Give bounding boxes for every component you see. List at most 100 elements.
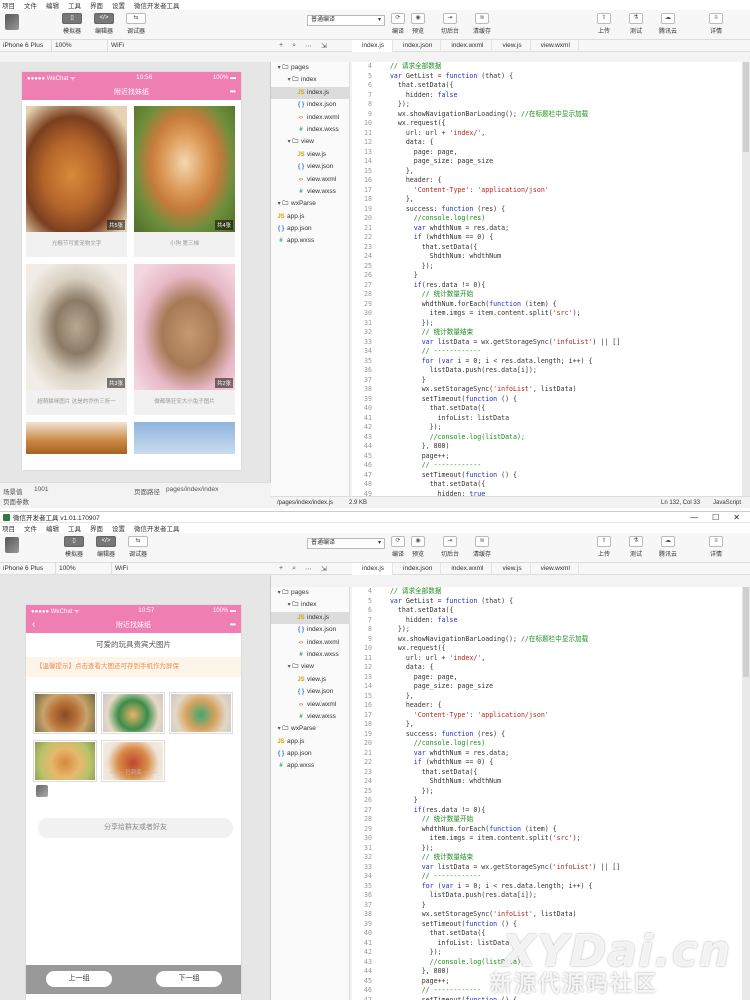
code-line[interactable]: 17 'Content-Type': 'application/json' [352,186,742,196]
code-line[interactable]: 12 data: { [352,663,742,673]
tree-file[interactable]: JS index.js [271,611,349,625]
photo-card[interactable]: 共3张 超萌猫咪图片 这是的乔伤三折一 [26,264,127,415]
tree-file[interactable]: JS index.js [271,86,349,100]
add-icon[interactable]: + [279,42,283,50]
menu-file[interactable]: 文件 [24,523,37,533]
debugger-button[interactable]: ⇆ 调试器 [126,536,150,558]
menu-view[interactable]: 界面 [90,523,103,533]
tree-file[interactable]: ‹› index.wxml [271,637,349,649]
compile-mode-select[interactable]: 普通编译 [307,15,385,26]
code-line[interactable]: 47 setTimeout(function () { [352,471,742,481]
menu-project[interactable]: 项目 [2,0,15,10]
tab-index-json[interactable]: index.json [393,562,442,575]
code-line[interactable]: 36 listData.push(res.data[i]); [352,366,742,376]
tree-folder[interactable]: ▾ 🗀 index [271,74,349,86]
menu-edit[interactable]: 编辑 [46,0,59,10]
details-button[interactable]: ≡ 详情 [704,13,728,35]
code-line[interactable]: 43 //console.log(listData); [352,433,742,443]
tree-file[interactable]: { } index.json [271,99,349,111]
device-select[interactable]: iPhone 6 Plus [0,39,52,52]
photo-card[interactable]: 共4张 小狗 第三梯 [134,106,235,257]
editor-button[interactable]: </> 编辑器 [92,13,116,35]
tencent-cloud-button[interactable]: ☁ 腾讯云 [656,13,680,35]
code-line[interactable]: 35 for (var i = 0; i < res.data.length; … [352,882,742,892]
tree-file[interactable]: JS app.js [271,211,349,223]
code-line[interactable]: 17 'Content-Type': 'application/json' [352,711,742,721]
code-line[interactable]: 31 }); [352,844,742,854]
code-line[interactable]: 37 } [352,901,742,911]
code-line[interactable]: 31 }); [352,319,742,329]
code-line[interactable]: 21 var whdthNum = res.data; [352,749,742,759]
photo-card[interactable] [26,422,127,454]
editor-button[interactable]: </> 编辑器 [94,536,118,558]
tab-view-js[interactable]: view.js [492,39,531,52]
collapse-icon[interactable]: ⇲ [321,565,327,573]
clear-cache-button[interactable]: ≋ 清缓存 [470,536,494,558]
tree-file[interactable]: { } view.json [271,686,349,698]
menu-wechat-devtools[interactable]: 微信开发者工具 [134,0,180,10]
code-line[interactable]: 5 var GetList = function (that) { [352,597,742,607]
tree-file[interactable]: ‹› view.wxml [271,174,349,186]
code-line[interactable]: 36 listData.push(res.data[i]); [352,891,742,901]
menu-tools[interactable]: 工具 [68,523,81,533]
code-line[interactable]: 19 success: function (res) { [352,730,742,740]
code-line[interactable]: 42 }); [352,423,742,433]
menu-settings[interactable]: 设置 [112,523,125,533]
tree-file[interactable]: { } app.json [271,748,349,760]
code-line[interactable]: 8 }); [352,100,742,110]
tree-file[interactable]: JS view.js [271,674,349,686]
code-line[interactable]: 34 // ------------ [352,347,742,357]
code-line[interactable]: 13 page: page, [352,148,742,158]
tree-file[interactable]: # app.wxss [271,760,349,772]
code-line[interactable]: 32 // 统计数量结束 [352,328,742,338]
tree-folder[interactable]: ▾ 🗀 wxParse [271,198,349,210]
tree-file[interactable]: { } view.json [271,161,349,173]
menu-wechat-devtools[interactable]: 微信开发者工具 [134,523,180,533]
code-line[interactable]: 9 wx.showNavigationBarLoading(); //在标题栏中… [352,635,742,645]
tree-file[interactable]: # view.wxss [271,186,349,198]
tencent-cloud-button[interactable]: ☁ 腾讯云 [656,536,680,558]
share-button[interactable]: 分享给群友或者好友 [38,818,233,838]
code-line[interactable]: 25 }); [352,262,742,272]
code-line[interactable]: 15 }, [352,167,742,177]
clear-cache-button[interactable]: ≋ 清缓存 [470,13,494,35]
collapse-icon[interactable]: ⇲ [321,42,327,50]
tree-file[interactable]: # index.wxss [271,649,349,661]
code-line[interactable]: 37 } [352,376,742,386]
more-dots-icon[interactable]: ••• [230,87,236,96]
menu-settings[interactable]: 设置 [112,0,125,10]
photo-card[interactable]: 共5张 光棍节可爱宠物文字 [26,106,127,257]
code-line[interactable]: 35 for (var i = 0; i < res.data.length; … [352,357,742,367]
cut-backend-button[interactable]: ⇥ 切后台 [438,536,462,558]
code-line[interactable]: 9 wx.showNavigationBarLoading(); //在标题栏中… [352,110,742,120]
code-line[interactable]: 28 // 统计数量开始 [352,815,742,825]
code-line[interactable]: 27 if(res.data != 0){ [352,806,742,816]
zoom-select[interactable]: 100% [56,562,112,575]
menu-file[interactable]: 文件 [24,0,37,10]
code-line[interactable]: 18 }, [352,195,742,205]
preview-button[interactable]: ◉ 预览 [406,536,430,558]
code-line[interactable]: 23 that.setData({ [352,243,742,253]
tree-file[interactable]: { } app.json [271,223,349,235]
code-line[interactable]: 29 whdthNum.forEach(function (item) { [352,300,742,310]
tree-folder[interactable]: ▾ 🗀 pages [271,62,349,74]
menu-tools[interactable]: 工具 [68,0,81,10]
code-line[interactable]: 12 data: { [352,138,742,148]
code-line[interactable]: 26 } [352,271,742,281]
code-line[interactable]: 4 // 请求全部数据 [352,587,742,597]
network-select[interactable]: WiFi [108,40,158,52]
menu-project[interactable]: 项目 [2,523,15,533]
code-line[interactable]: 33 var listData = wx.getStorageSync('inf… [352,863,742,873]
editor-scrollbar[interactable] [742,587,750,1000]
code-line[interactable]: 48 that.setData({ [352,480,742,490]
code-line[interactable]: 22 if (whdthNum == 0) { [352,758,742,768]
next-group-button[interactable]: 下一组 [156,971,222,987]
tree-folder[interactable]: ▾ 🗀 view [271,661,349,673]
code-line[interactable]: 4 // 请求全部数据 [352,62,742,72]
tree-folder[interactable]: ▾ 🗀 wxParse [271,723,349,735]
compile-mode-select[interactable]: 普通编译 [307,538,385,549]
tree-file[interactable]: JS app.js [271,736,349,748]
search-icon[interactable]: ⌕ [292,565,296,573]
tree-file[interactable]: ‹› index.wxml [271,112,349,124]
code-line[interactable]: 27 if(res.data != 0){ [352,281,742,291]
